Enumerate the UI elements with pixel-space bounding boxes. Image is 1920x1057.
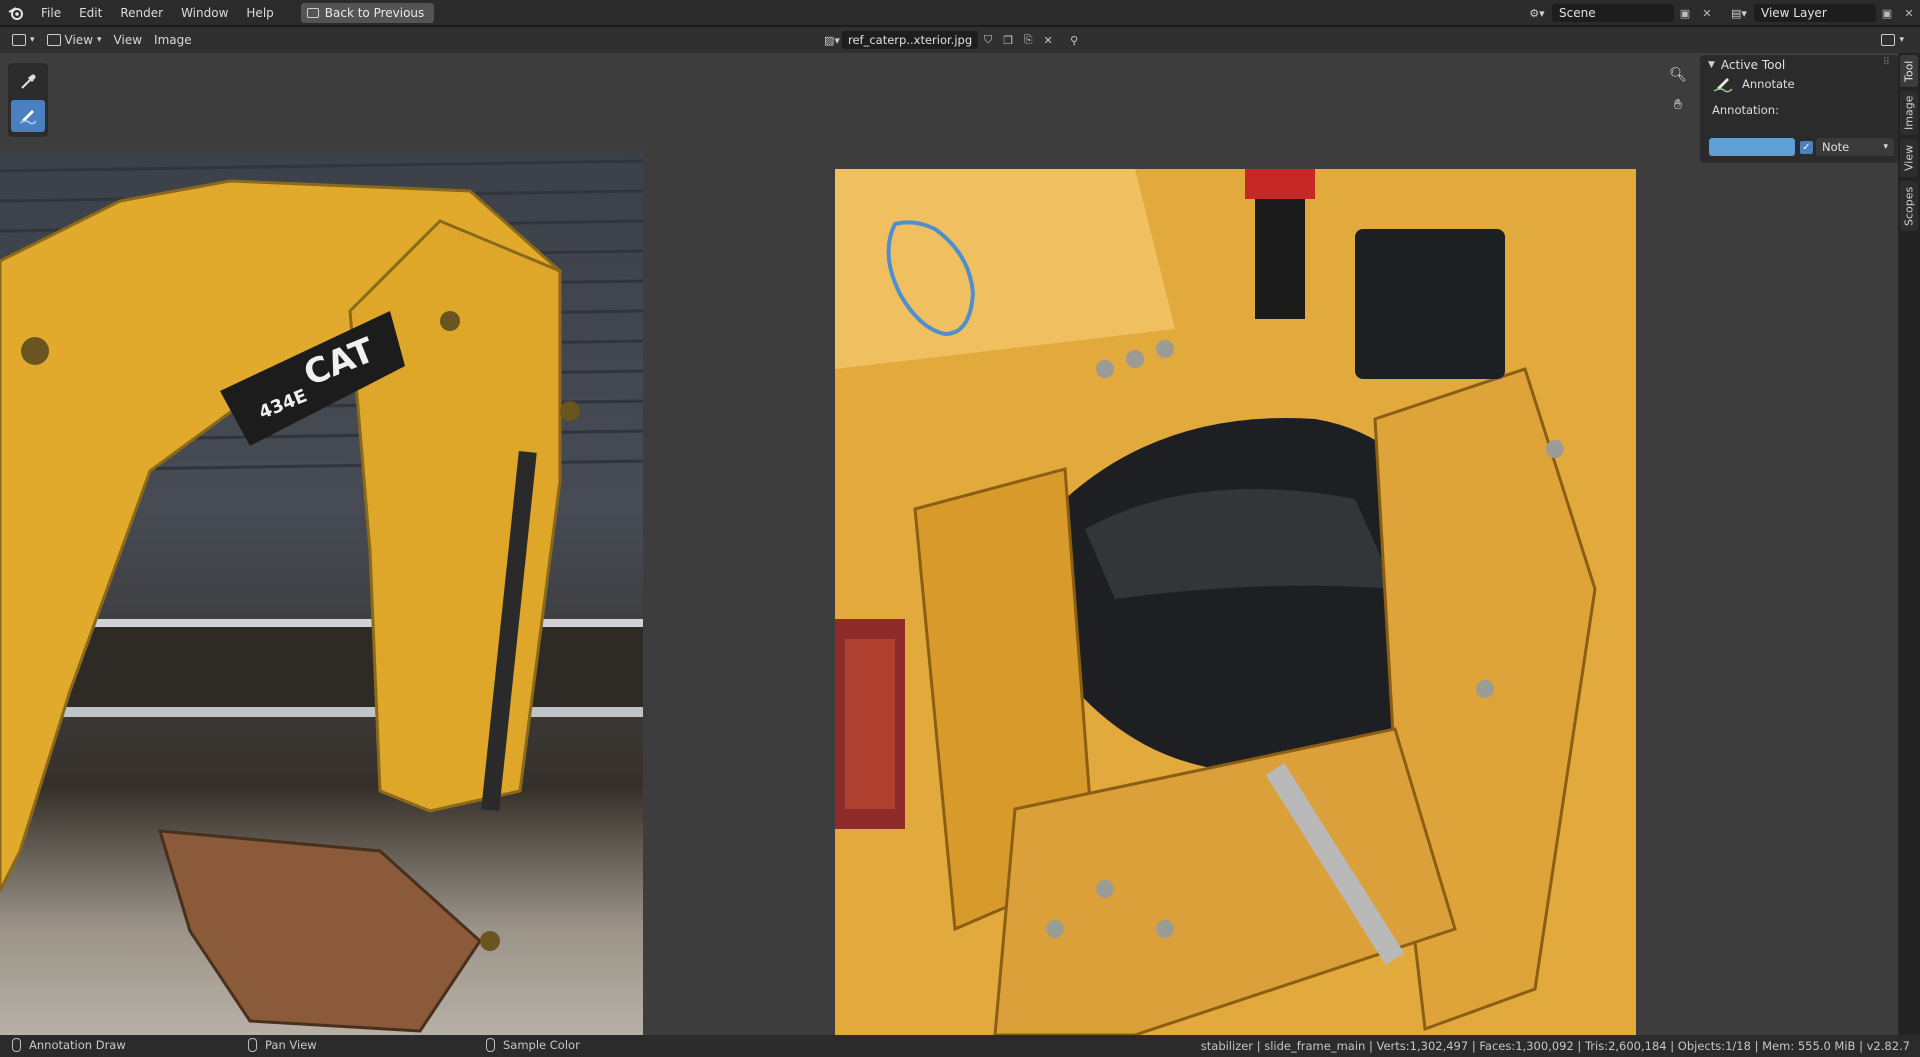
overlay-icon — [1881, 34, 1896, 46]
backhoe-photo-left: CAT 434E — [0, 151, 643, 1035]
annotate-pen-icon — [19, 110, 37, 125]
status-right-mouse: Sample Color — [486, 1038, 580, 1052]
hand-icon: ✋︎ — [1674, 97, 1682, 113]
image-editor-header: ▾ View ▾ View Image ▨▾ ref_caterp..xterio… — [0, 27, 1920, 53]
sidebar-toggle-dropdown[interactable]: ▾ — [1875, 30, 1910, 50]
annotate-tool-icon — [1713, 78, 1733, 93]
annotation-layer-checkbox[interactable]: ✓ — [1800, 141, 1813, 154]
image-viewport[interactable]: CAT 434E 🔍︎ ✋︎ — [0, 53, 1900, 1035]
view-mode-dropdown[interactable]: View ▾ — [41, 30, 108, 50]
screen-icon — [306, 7, 319, 18]
mouse-middle-icon — [248, 1038, 257, 1052]
status-left-label: Annotation Draw — [29, 1038, 126, 1052]
active-tool-title: Active Tool — [1720, 58, 1786, 72]
image-datablock-selector: ▨▾ ref_caterp..xterior.jpg ⛉ ❐ ⎘ ✕ ⚲ — [822, 30, 1084, 50]
tool-shelf — [8, 63, 48, 137]
editor-type-dropdown[interactable]: ▾ — [6, 30, 41, 50]
menu-help[interactable]: Help — [237, 2, 282, 24]
magnifier-icon: 🔍︎ — [1669, 67, 1687, 83]
scene-statistics: stabilizer | slide_frame_main | Verts:1,… — [1200, 1039, 1910, 1053]
sample-tool-button[interactable] — [11, 66, 45, 98]
drag-handle-icon[interactable]: ⠿ — [1883, 57, 1890, 68]
active-tool-panel-header[interactable]: ▼ Active Tool — [1708, 58, 1785, 72]
view-layer-field[interactable]: View Layer — [1754, 4, 1876, 22]
eyedropper-icon — [21, 74, 36, 89]
open-image-icon[interactable]: ⎘ — [1018, 30, 1038, 50]
tab-view[interactable]: View — [1900, 139, 1918, 177]
scene-icon[interactable]: ⚙▾ — [1522, 3, 1552, 23]
status-left-mouse: Annotation Draw — [12, 1038, 126, 1052]
menu-render[interactable]: Render — [111, 2, 172, 24]
status-right-label: Sample Color — [503, 1038, 580, 1052]
view-mode-label: View — [64, 33, 94, 47]
annotation-layer-name: Note — [1822, 140, 1850, 154]
image-mode-icon — [46, 34, 61, 46]
chevron-down-icon: ▾ — [1883, 142, 1888, 152]
active-tool-name: Annotate — [1742, 77, 1795, 91]
zoom-view-gizmo[interactable]: 🔍︎ — [1664, 61, 1692, 89]
new-scene-icon[interactable]: ▣ — [1674, 3, 1696, 23]
reference-image-right[interactable] — [835, 169, 1636, 1035]
delete-view-layer-icon[interactable]: ✕ — [1898, 3, 1920, 23]
menu-window[interactable]: Window — [172, 2, 237, 24]
annotation-layer-dropdown[interactable]: Note ▾ — [1816, 138, 1894, 156]
view-layer-selector[interactable]: ▤▾ View Layer ▣ ✕ — [1724, 3, 1920, 23]
menu-file[interactable]: File — [32, 2, 70, 24]
sidebar-tabs: Tool Image View Scopes — [1898, 53, 1920, 1035]
top-menu-bar: File Edit Render Window Help Back to Pre… — [0, 0, 1920, 26]
fake-user-shield-icon[interactable]: ⛉ — [978, 30, 998, 50]
menu-image-editor[interactable]: Image — [148, 30, 198, 50]
back-to-previous-label: Back to Previous — [324, 5, 425, 20]
image-browse-icon[interactable]: ▨▾ — [822, 30, 842, 50]
status-bar: Annotation Draw Pan View Sample Color st… — [0, 1035, 1920, 1057]
unlink-image-icon[interactable]: ✕ — [1038, 30, 1058, 50]
status-middle-mouse: Pan View — [248, 1038, 317, 1052]
workspace-selectors: ⚙▾ Scene ▣ ✕ ▤▾ View Layer ▣ ✕ — [1522, 0, 1920, 26]
tab-scopes[interactable]: Scopes — [1900, 181, 1918, 231]
tab-image[interactable]: Image — [1900, 91, 1918, 135]
mouse-right-icon — [486, 1038, 495, 1052]
pin-icon[interactable]: ⚲ — [1064, 30, 1084, 50]
new-view-layer-icon[interactable]: ▣ — [1876, 3, 1898, 23]
delete-scene-icon[interactable]: ✕ — [1696, 3, 1718, 23]
scene-field[interactable]: Scene — [1552, 4, 1674, 22]
back-to-previous-button[interactable]: Back to Previous — [300, 2, 435, 23]
menu-view-editor[interactable]: View — [108, 30, 148, 50]
annotation-label: Annotation: — [1712, 103, 1779, 117]
status-middle-label: Pan View — [265, 1038, 317, 1052]
tab-tool[interactable]: Tool — [1900, 55, 1918, 87]
duplicate-image-icon[interactable]: ❐ — [998, 30, 1018, 50]
collapse-triangle-icon: ▼ — [1708, 60, 1715, 70]
annotate-tool-button[interactable] — [11, 100, 45, 132]
active-tool-row: Annotate — [1712, 75, 1795, 93]
pan-view-gizmo[interactable]: ✋︎ — [1664, 91, 1692, 119]
image-name-field[interactable]: ref_caterp..xterior.jpg — [842, 31, 979, 49]
annotation-color-swatch[interactable] — [1709, 138, 1795, 156]
scene-selector[interactable]: ⚙▾ Scene ▣ ✕ — [1522, 3, 1718, 23]
image-editor-icon — [12, 34, 26, 46]
blender-logo-icon[interactable] — [0, 0, 32, 26]
mouse-left-icon — [12, 1038, 21, 1052]
menu-edit[interactable]: Edit — [70, 2, 111, 24]
view-layer-icon[interactable]: ▤▾ — [1724, 3, 1754, 23]
